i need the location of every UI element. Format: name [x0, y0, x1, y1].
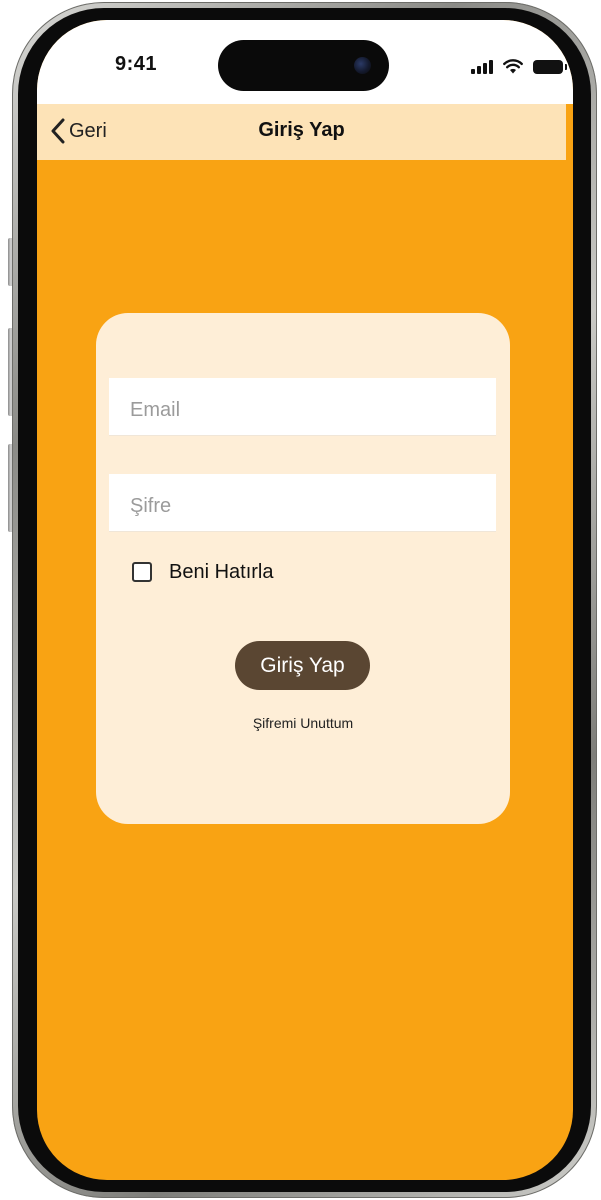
navigation-bar: Giriş Yap Geri — [37, 104, 566, 160]
nav-title: Giriş Yap — [258, 119, 345, 141]
chevron-left-icon — [51, 118, 65, 144]
dynamic-island — [218, 40, 389, 91]
password-placeholder: Şifre — [130, 495, 172, 517]
device-mockup: 9:41 Giriş Yap Geri Email Şifre Beni Hat… — [0, 0, 601, 1200]
cellular-signal-icon — [471, 60, 493, 74]
login-button[interactable]: Giriş Yap — [235, 641, 370, 690]
remember-me-toggle[interactable]: Beni Hatırla — [132, 559, 274, 585]
password-field[interactable]: Şifre — [109, 474, 496, 532]
battery-icon — [533, 60, 567, 74]
phone-screen: 9:41 Giriş Yap Geri Email Şifre Beni Hat… — [37, 20, 573, 1180]
status-bar: 9:41 — [37, 20, 573, 104]
remember-me-checkbox[interactable] — [132, 562, 152, 582]
back-button[interactable]: Geri — [51, 116, 107, 146]
email-field[interactable]: Email — [109, 378, 496, 436]
wifi-icon — [503, 59, 523, 74]
front-camera-icon — [354, 57, 371, 74]
status-icons — [471, 56, 567, 74]
forgot-password-link[interactable]: Şifremi Unuttum — [96, 715, 510, 731]
remember-me-label: Beni Hatırla — [169, 560, 274, 583]
login-card: Email Şifre Beni Hatırla Giriş Yap Şifre… — [96, 313, 510, 824]
email-placeholder: Email — [130, 399, 181, 421]
status-time: 9:41 — [115, 53, 158, 75]
back-label: Geri — [69, 119, 107, 142]
